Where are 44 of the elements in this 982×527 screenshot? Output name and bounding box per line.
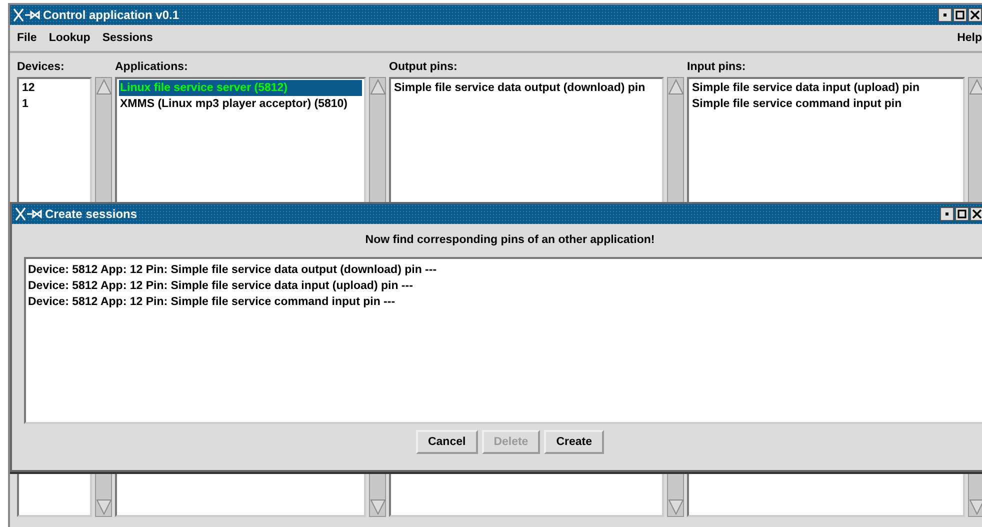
list-item[interactable]: 12 — [21, 80, 88, 96]
window-title: Create sessions — [45, 207, 138, 221]
column-heading: Devices: — [17, 60, 66, 75]
down-arrow-icon[interactable] — [370, 498, 386, 516]
dialog-button[interactable]: Create — [544, 430, 604, 454]
close-button[interactable] — [970, 207, 982, 221]
x-logo-icon — [15, 207, 43, 221]
up-arrow-icon[interactable] — [969, 78, 982, 96]
maximize-button[interactable] — [955, 207, 969, 221]
down-arrow-icon[interactable] — [969, 498, 982, 516]
list-item[interactable]: XMMS (Linux mp3 player acceptor) (5810) — [119, 96, 362, 112]
column-heading: Output pins: — [389, 60, 458, 75]
list-item[interactable]: Simple file service data output (download) pin — [393, 80, 660, 96]
list-item[interactable]: Simple file service data input (upload) pin — [691, 80, 961, 96]
column-heading: Input pins: — [687, 60, 747, 75]
up-arrow-icon[interactable] — [370, 78, 386, 96]
maximize-icon — [955, 10, 965, 20]
session-line: Device: 5812 App: 12 Pin: Simple file service command input pin --- — [28, 295, 396, 310]
up-arrow-icon[interactable] — [668, 78, 684, 96]
down-arrow-icon[interactable] — [96, 498, 112, 516]
session-line: Device: 5812 App: 12 Pin: Simple file service data input (upload) pin --- — [28, 279, 414, 294]
list-item[interactable]: 1 — [21, 96, 88, 112]
up-arrow-icon[interactable] — [96, 78, 112, 96]
instruction-text: Now find corresponding pins of an other application! — [364, 233, 656, 248]
list-item[interactable]: Simple file service command input pin — [691, 96, 961, 112]
window-title: Control application v0.1 — [43, 8, 180, 22]
maximize-button[interactable] — [953, 8, 967, 22]
down-arrow-icon[interactable] — [668, 498, 684, 516]
close-icon — [970, 10, 980, 20]
dialog-button[interactable]: Cancel — [416, 430, 478, 454]
menu-item[interactable]: Lookup — [48, 32, 90, 44]
maximize-icon — [957, 209, 967, 219]
menu-item[interactable]: Help — [957, 32, 982, 44]
minimize-button[interactable] — [938, 8, 952, 22]
menu-item[interactable]: File — [17, 32, 37, 44]
minimize-button[interactable] — [940, 207, 954, 221]
menu-item[interactable]: Sessions — [102, 32, 153, 44]
x-logo-icon — [13, 8, 41, 22]
column-heading: Applications: — [115, 60, 189, 75]
close-icon — [972, 209, 982, 219]
close-button[interactable] — [968, 8, 982, 22]
session-text-area[interactable] — [24, 257, 982, 424]
session-line: Device: 5812 App: 12 Pin: Simple file service data output (download) pin --- — [28, 263, 438, 278]
list-item[interactable]: Linux file service server (5812) — [119, 80, 362, 96]
